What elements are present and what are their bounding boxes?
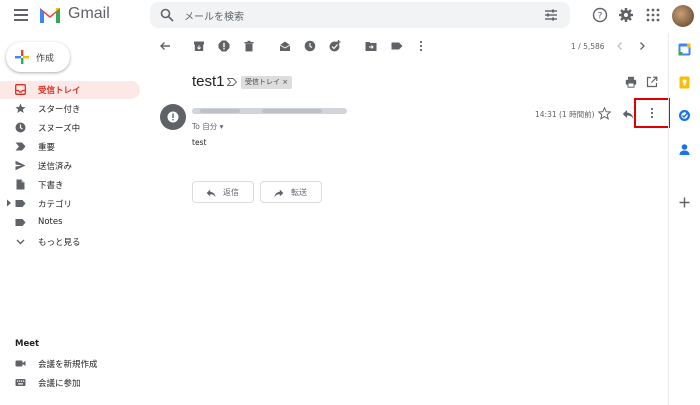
important-icon [15, 142, 26, 151]
message-timestamp: 14:31 (1 時間前) [535, 110, 595, 119]
snooze-icon[interactable] [304, 40, 316, 52]
sidebar-item-inbox[interactable]: 受信トレイ [0, 81, 140, 99]
tasks-icon[interactable] [678, 109, 691, 122]
page-count: 1 / 5,586 [571, 42, 605, 51]
sidebar-item-label: スター付き [38, 105, 81, 115]
delete-icon[interactable] [243, 40, 255, 52]
star-icon [15, 103, 26, 113]
back-arrow-icon[interactable] [159, 40, 171, 52]
importance-marker-icon[interactable] [227, 78, 237, 86]
draft-icon [16, 179, 25, 190]
sidebar-item-starred[interactable]: スター付き [0, 100, 140, 118]
label-icon [15, 219, 26, 226]
search-input[interactable]: メールを検索 [184, 8, 244, 23]
apps-grid-icon[interactable] [645, 7, 661, 23]
search-bar[interactable]: メールを検索 [150, 2, 570, 28]
keep-icon[interactable] [678, 76, 691, 89]
report-spam-icon[interactable] [218, 40, 230, 52]
newer-chevron-icon[interactable] [614, 40, 626, 52]
meet-item-label: 会議に参加 [38, 379, 81, 389]
forward-icon [274, 189, 284, 198]
help-icon[interactable]: ? [592, 7, 608, 23]
forward-label: 転送 [291, 188, 307, 197]
sidebar-item-label: Notes [38, 217, 63, 227]
sidebar-item-drafts[interactable]: 下書き [0, 176, 140, 194]
app-name: Gmail [68, 5, 110, 22]
compose-label: 作成 [36, 54, 55, 64]
sender-avatar[interactable] [160, 104, 186, 130]
sidebar-item-label: 下書き [38, 181, 64, 191]
meet-item-label: 会議を新規作成 [38, 360, 98, 370]
print-icon[interactable] [625, 76, 637, 88]
mark-unread-icon[interactable] [279, 40, 291, 52]
open-in-new-window-icon[interactable] [646, 76, 658, 88]
add-addon-plus-icon[interactable] [679, 197, 690, 208]
reply-icon [206, 189, 216, 198]
search-options-icon[interactable] [544, 8, 558, 22]
sidebar-item-sent[interactable]: 送信済み [0, 157, 140, 175]
svg-text:?: ? [598, 12, 603, 22]
star-outline-icon[interactable] [598, 107, 611, 120]
sidebar-item-label: 送信済み [38, 162, 73, 172]
side-panel-rail [668, 33, 700, 405]
meet-join-meeting[interactable]: 会議に参加 [0, 374, 140, 392]
inbox-icon [15, 84, 26, 95]
top-header: Gmail メールを検索 ? [0, 0, 700, 33]
sidebar-item-label: もっと見る [38, 238, 81, 248]
move-to-icon[interactable] [365, 40, 377, 52]
sidebar-item-label: 重要 [38, 143, 56, 153]
gmail-logo-icon[interactable] [38, 6, 62, 24]
reply-icon[interactable] [622, 108, 634, 120]
forward-button[interactable]: 転送 [260, 181, 322, 203]
search-icon[interactable] [160, 8, 174, 22]
account-avatar[interactable] [672, 5, 694, 27]
plus-icon [15, 50, 29, 64]
send-icon [15, 160, 26, 171]
sender-email-blurred [192, 108, 347, 114]
sidebar-item-important[interactable]: 重要 [0, 138, 140, 156]
older-chevron-icon[interactable] [636, 40, 648, 52]
sidebar-item-label: 受信トレイ [38, 86, 81, 96]
contacts-icon[interactable] [678, 143, 691, 156]
keyboard-icon [15, 379, 26, 386]
main-menu-icon[interactable] [14, 9, 28, 21]
sidebar-item-notes[interactable]: Notes [0, 214, 140, 232]
expand-arrow-icon[interactable] [6, 199, 12, 207]
sidebar-item-snoozed[interactable]: スヌーズ中 [0, 119, 140, 137]
reply-label: 返信 [223, 188, 239, 197]
more-options-icon[interactable] [415, 40, 427, 52]
alert-icon [167, 111, 179, 123]
meet-section-title: Meet [15, 339, 40, 349]
reply-button[interactable]: 返信 [192, 181, 254, 203]
archive-icon[interactable] [193, 40, 205, 52]
sidebar-item-label: スヌーズ中 [38, 124, 81, 134]
label-as-icon[interactable] [391, 40, 403, 52]
add-to-tasks-icon[interactable] [329, 40, 341, 52]
settings-gear-icon[interactable] [618, 7, 634, 23]
highlight-box [634, 98, 670, 128]
sidebar-item-categories[interactable]: カテゴリ [0, 195, 140, 213]
recipient-line[interactable]: To 自分 ▾ [192, 121, 223, 132]
sidebar-item-more[interactable]: もっと見る [0, 233, 140, 251]
video-icon [15, 360, 26, 367]
compose-button[interactable]: 作成 [6, 42, 70, 72]
email-subject: test1 [192, 73, 225, 90]
calendar-icon[interactable] [678, 43, 691, 56]
clock-icon [15, 122, 26, 133]
label-icon [15, 200, 26, 207]
email-body: test [192, 138, 207, 147]
chevron-down-icon [16, 239, 25, 245]
inbox-label-chip[interactable]: 受信トレイ × [241, 76, 293, 89]
sidebar-item-label: カテゴリ [38, 200, 73, 210]
meet-new-meeting[interactable]: 会議を新規作成 [0, 355, 140, 373]
